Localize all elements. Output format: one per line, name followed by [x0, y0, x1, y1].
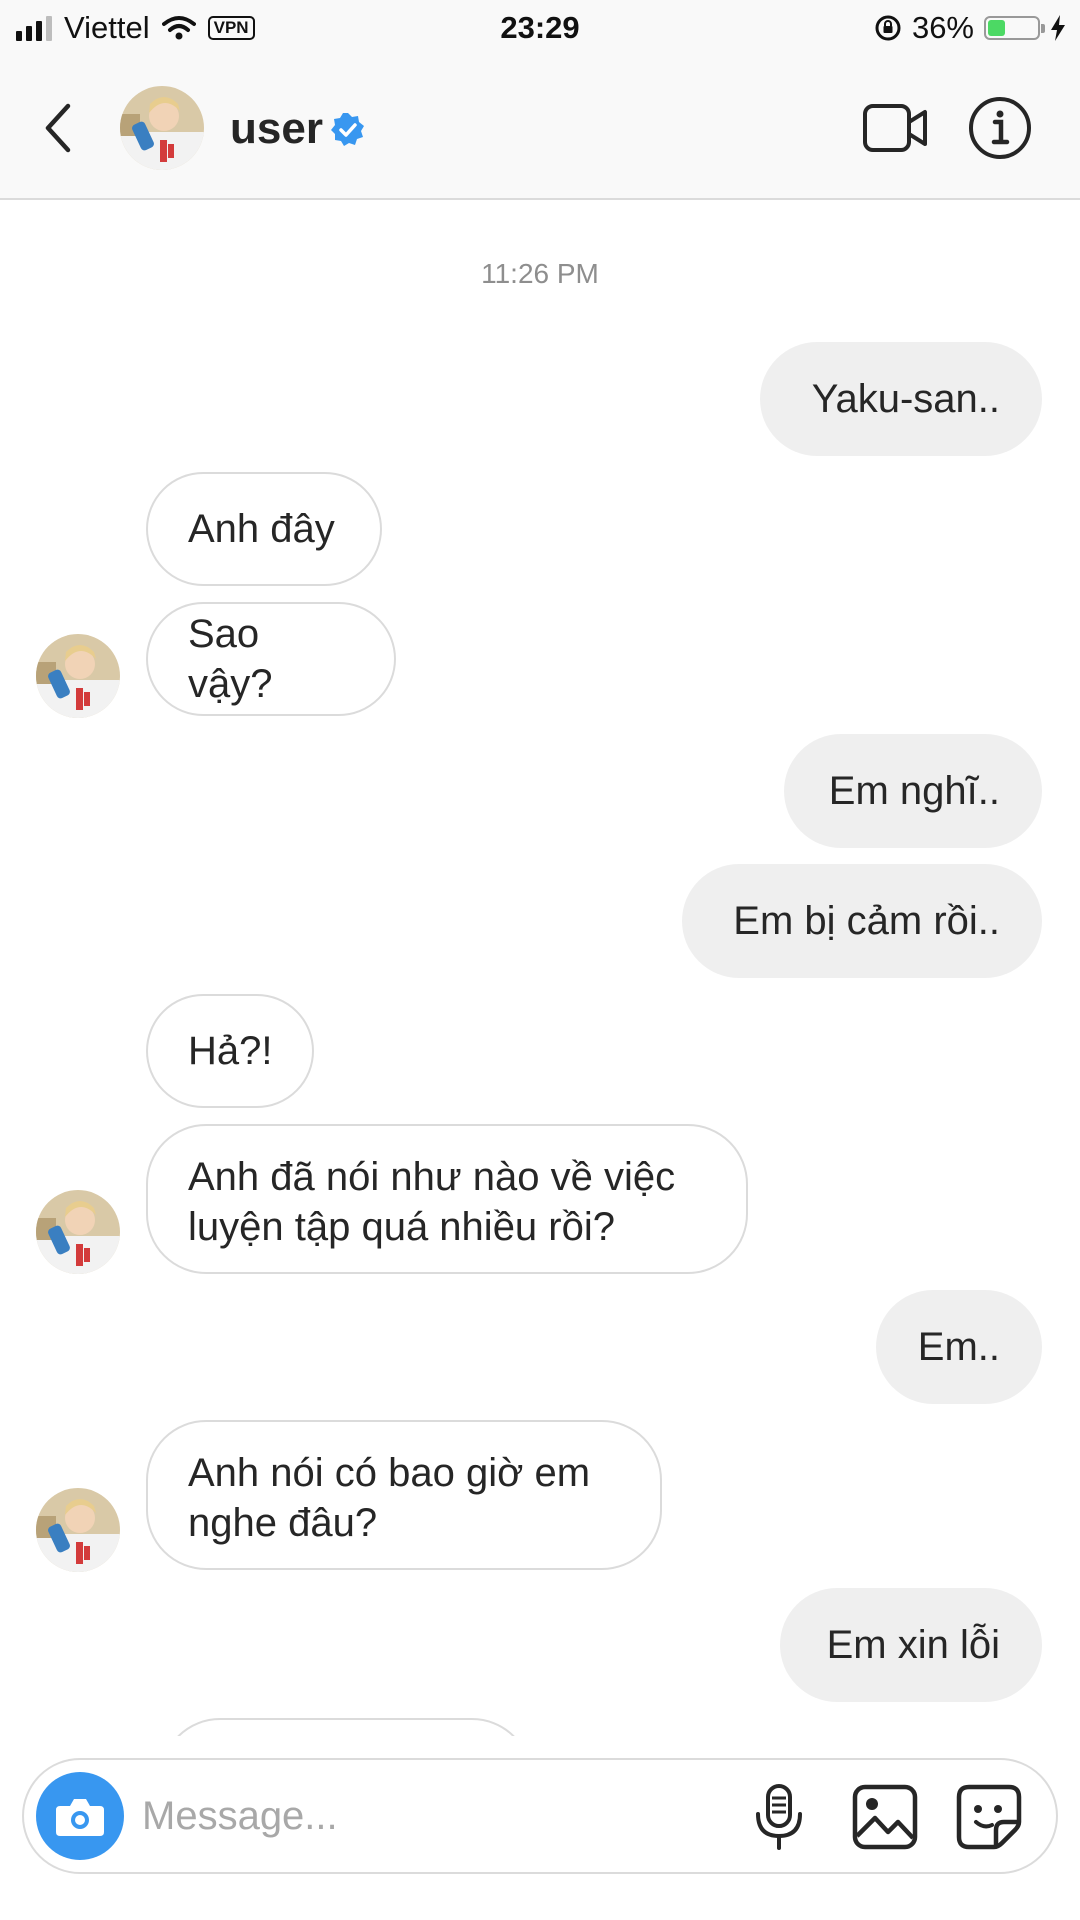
message-outgoing[interactable]: Yaku-san.. — [760, 342, 1042, 456]
camera-icon — [56, 1799, 104, 1836]
message-incoming[interactable]: Anh nói có bao giờ em nghe đâu? — [146, 1420, 662, 1570]
message-text-line: luyện tập quá nhiều rồi? — [188, 1205, 615, 1249]
avatar-image — [36, 1488, 120, 1572]
avatar-image — [36, 634, 120, 718]
chat-timestamp: 11:26 PM — [481, 258, 599, 289]
avatar[interactable] — [36, 1190, 120, 1274]
message-outgoing[interactable]: Em.. — [876, 1290, 1042, 1404]
message-input[interactable] — [142, 1788, 702, 1844]
charging-icon — [1051, 15, 1065, 41]
message-text: Hả?! — [188, 1029, 273, 1073]
message-text: Em.. — [917, 1325, 1000, 1369]
verified-badge-icon — [331, 113, 364, 146]
chat-header: user — [0, 56, 1080, 200]
avatar-image — [120, 86, 204, 170]
message-text-line: nghe đâu? — [188, 1501, 378, 1545]
message-outgoing[interactable]: Em nghĩ.. — [784, 734, 1042, 848]
message-incoming[interactable]: Anh đã nói như nào về việc luyện tập quá… — [146, 1124, 748, 1274]
message-text: Sao vậy? — [188, 612, 273, 706]
avatar-image — [36, 1190, 120, 1274]
message-outgoing[interactable]: Em xin lỗi — [780, 1588, 1042, 1702]
message-incoming[interactable]: Anh đây — [146, 472, 382, 586]
message-incoming[interactable]: Hả?! — [146, 994, 314, 1108]
avatar[interactable] — [120, 86, 204, 170]
sticker-icon[interactable] — [954, 1782, 1024, 1852]
message-text: Anh đây — [188, 507, 335, 551]
camera-button[interactable] — [36, 1772, 124, 1860]
message-text-line: Anh đã nói như nào về việc — [188, 1155, 676, 1199]
video-call-icon[interactable] — [862, 100, 928, 156]
header-username[interactable]: user — [230, 104, 323, 154]
battery-percent: 36% — [911, 10, 974, 45]
message-text: Yaku-san.. — [811, 377, 1000, 421]
avatar[interactable] — [36, 634, 120, 718]
message-incoming[interactable]: Sao vậy? — [146, 602, 396, 716]
message-outgoing[interactable]: Em bị cảm rồi.. — [682, 864, 1042, 978]
microphone-icon[interactable] — [744, 1782, 814, 1852]
message-text: Em nghĩ.. — [828, 769, 1000, 813]
orientation-lock-icon — [875, 15, 901, 41]
back-chevron-icon[interactable] — [36, 98, 80, 158]
info-icon[interactable] — [968, 96, 1032, 160]
message-text: Em bị cảm rồi.. — [733, 899, 1000, 943]
status-bar: Viettel VPN 23:29 36% — [0, 0, 1080, 56]
message-text-line: Anh nói có bao giờ em — [188, 1451, 591, 1495]
battery-icon — [984, 16, 1045, 40]
message-composer — [22, 1758, 1058, 1874]
gallery-icon[interactable] — [850, 1782, 920, 1852]
message-text: Em xin lỗi — [826, 1623, 1000, 1667]
status-right: 36% — [874, 8, 1066, 48]
avatar[interactable] — [36, 1488, 120, 1572]
